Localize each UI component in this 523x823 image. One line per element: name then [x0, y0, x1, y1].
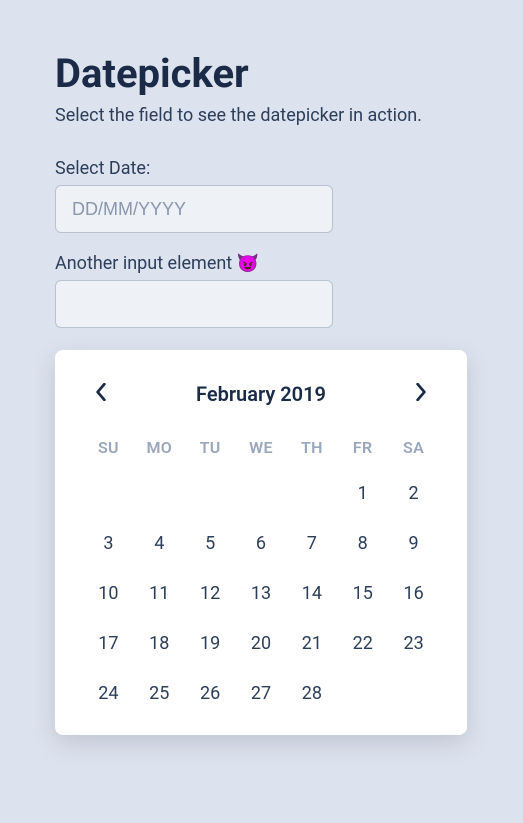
chevron-right-icon	[415, 383, 427, 405]
calendar-day[interactable]: 26	[185, 681, 236, 707]
other-input[interactable]	[55, 280, 333, 328]
date-field-group: Select Date:	[55, 158, 468, 233]
calendar-empty-cell	[185, 481, 236, 507]
calendar-day[interactable]: 24	[83, 681, 134, 707]
day-of-week-header: Mo	[134, 438, 185, 457]
next-month-button[interactable]	[407, 380, 435, 408]
datepicker-header: February 2019	[83, 380, 439, 408]
calendar-day[interactable]: 19	[185, 631, 236, 657]
calendar-day[interactable]: 15	[337, 581, 388, 607]
calendar-day[interactable]: 11	[134, 581, 185, 607]
calendar-day[interactable]: 12	[185, 581, 236, 607]
calendar-empty-cell	[134, 481, 185, 507]
calendar-day[interactable]: 22	[337, 631, 388, 657]
calendar-day[interactable]: 2	[388, 481, 439, 507]
calendar-day[interactable]: 10	[83, 581, 134, 607]
calendar-empty-cell	[83, 481, 134, 507]
calendar-day[interactable]: 25	[134, 681, 185, 707]
other-field-group: Another input element 😈	[55, 253, 468, 328]
month-year-label: February 2019	[196, 382, 326, 406]
calendar-day[interactable]: 6	[236, 531, 287, 557]
other-field-label: Another input element 😈	[55, 253, 468, 274]
calendar-day[interactable]: 9	[388, 531, 439, 557]
datepicker-panel: February 2019 SuMoTuWeThFrSa123456789101…	[55, 350, 467, 735]
calendar-day[interactable]: 5	[185, 531, 236, 557]
day-of-week-header: We	[236, 438, 287, 457]
chevron-left-icon	[95, 383, 107, 405]
date-field-label: Select Date:	[55, 158, 468, 179]
day-of-week-header: Th	[286, 438, 337, 457]
datepicker-grid: SuMoTuWeThFrSa12345678910111213141516171…	[83, 438, 439, 707]
calendar-day[interactable]: 23	[388, 631, 439, 657]
calendar-day[interactable]: 4	[134, 531, 185, 557]
calendar-day[interactable]: 20	[236, 631, 287, 657]
page-subtitle: Select the field to see the datepicker i…	[55, 105, 468, 126]
calendar-day[interactable]: 16	[388, 581, 439, 607]
calendar-day[interactable]: 21	[286, 631, 337, 657]
page-title: Datepicker	[55, 50, 468, 97]
calendar-day[interactable]: 27	[236, 681, 287, 707]
prev-month-button[interactable]	[87, 380, 115, 408]
calendar-day[interactable]: 13	[236, 581, 287, 607]
day-of-week-header: Sa	[388, 438, 439, 457]
calendar-day[interactable]: 18	[134, 631, 185, 657]
date-input[interactable]	[55, 185, 333, 233]
calendar-day[interactable]: 28	[286, 681, 337, 707]
calendar-day[interactable]: 17	[83, 631, 134, 657]
day-of-week-header: Su	[83, 438, 134, 457]
calendar-day[interactable]: 8	[337, 531, 388, 557]
calendar-empty-cell	[286, 481, 337, 507]
day-of-week-header: Tu	[185, 438, 236, 457]
calendar-day[interactable]: 7	[286, 531, 337, 557]
calendar-empty-cell	[236, 481, 287, 507]
day-of-week-header: Fr	[337, 438, 388, 457]
calendar-day[interactable]: 1	[337, 481, 388, 507]
calendar-day[interactable]: 14	[286, 581, 337, 607]
calendar-day[interactable]: 3	[83, 531, 134, 557]
